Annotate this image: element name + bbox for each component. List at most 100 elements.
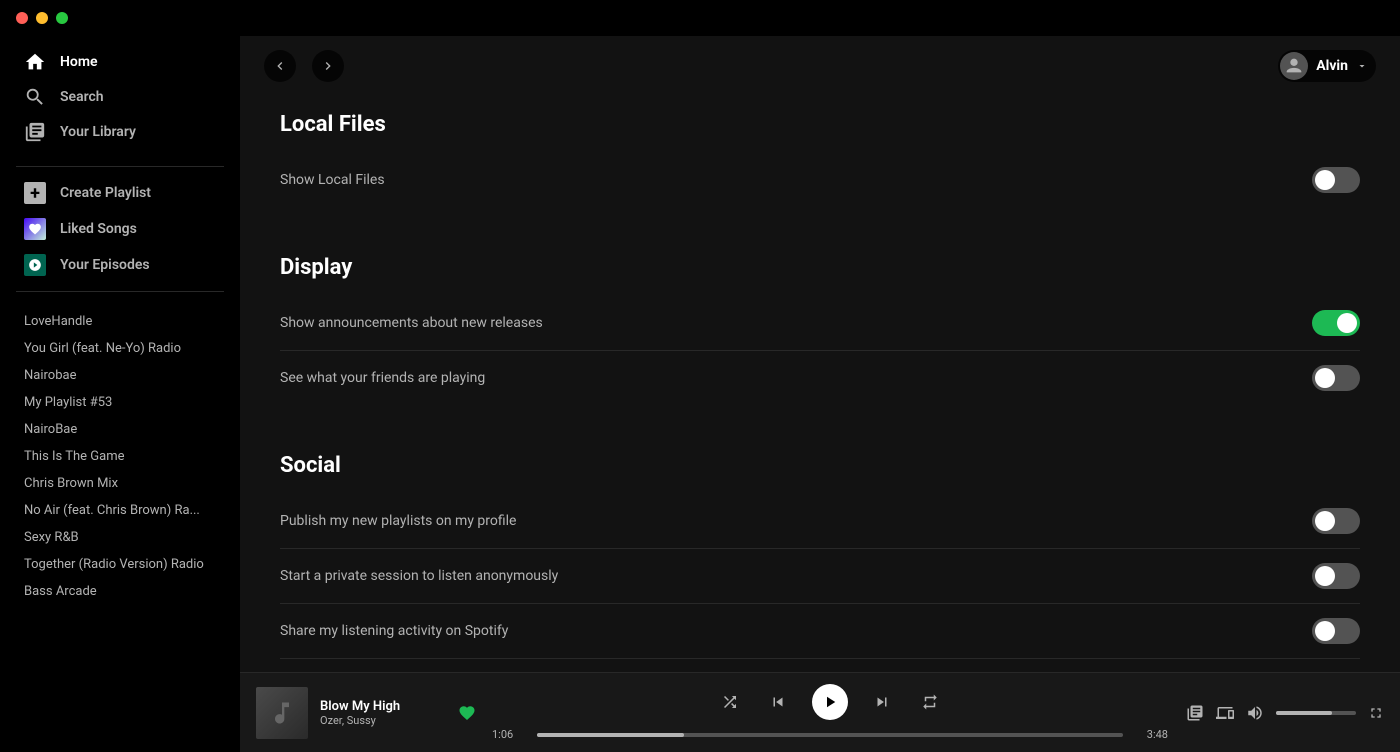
- section-title-social: Social: [280, 437, 1360, 478]
- next-button[interactable]: [868, 688, 896, 716]
- player-bar: Blow My High Ozer, Sussy: [240, 672, 1400, 752]
- user-name: Alvin: [1316, 58, 1348, 74]
- home-icon: [24, 51, 46, 73]
- settings-row: Share my listening activity on Spotify: [280, 604, 1360, 659]
- control-buttons: [716, 684, 944, 720]
- sidebar-liked-songs[interactable]: Liked Songs: [8, 212, 232, 246]
- main-content: Alvin Local Files Show Local Files Displ…: [240, 36, 1400, 752]
- nav-forward-button[interactable]: [312, 50, 344, 82]
- settings-row: Publish my new playlists on my profile: [280, 494, 1360, 549]
- sidebar-create-playlist[interactable]: + Create Playlist: [8, 176, 232, 210]
- episodes-icon: [24, 254, 46, 276]
- create-playlist-label: Create Playlist: [60, 185, 151, 201]
- queue-button[interactable]: [1186, 704, 1204, 722]
- repeat-button[interactable]: [916, 688, 944, 716]
- list-item[interactable]: This Is The Game: [0, 443, 240, 470]
- maximize-button[interactable]: [56, 12, 68, 24]
- list-item[interactable]: Bass Arcade: [0, 578, 240, 605]
- sidebar-item-home[interactable]: Home: [8, 45, 232, 79]
- list-item[interactable]: No Air (feat. Chris Brown) Ra...: [0, 497, 240, 524]
- list-item[interactable]: You Girl (feat. Ne-Yo) Radio: [0, 335, 240, 362]
- previous-button[interactable]: [764, 688, 792, 716]
- toggle-show-announcements[interactable]: [1312, 310, 1360, 336]
- settings-row: Show Local Files: [280, 153, 1360, 207]
- list-item[interactable]: LoveHandle: [0, 308, 240, 335]
- list-item[interactable]: Sexy R&B: [0, 524, 240, 551]
- play-pause-button[interactable]: [812, 684, 848, 720]
- sidebar-item-search[interactable]: Search: [8, 80, 232, 114]
- plus-icon: +: [24, 182, 46, 204]
- titlebar: [0, 0, 1400, 36]
- shuffle-button[interactable]: [716, 688, 744, 716]
- nav-back-button[interactable]: [264, 50, 296, 82]
- toggle-share-activity[interactable]: [1312, 618, 1360, 644]
- setting-label: Show Local Files: [280, 172, 385, 188]
- toggle-see-friends-playing[interactable]: [1312, 365, 1360, 391]
- toggle-knob: [1315, 621, 1335, 641]
- track-artist: Ozer, Sussy: [320, 714, 446, 727]
- time-total: 3:48: [1133, 728, 1168, 741]
- track-info: Blow My High Ozer, Sussy: [320, 699, 446, 727]
- toggle-private-session[interactable]: [1312, 563, 1360, 589]
- section-title-display: Display: [280, 239, 1360, 280]
- track-thumbnail: [256, 687, 308, 739]
- settings-content: Local Files Show Local Files Display Sho…: [240, 96, 1400, 672]
- settings-section-social: Social Publish my new playlists on my pr…: [280, 437, 1360, 672]
- setting-label: Share my listening activity on Spotify: [280, 623, 508, 639]
- devices-button[interactable]: [1216, 704, 1234, 722]
- setting-label: See what your friends are playing: [280, 370, 485, 386]
- avatar: [1280, 52, 1308, 80]
- chevron-down-icon: [1356, 60, 1368, 72]
- player-controls: 1:06 3:48: [492, 684, 1168, 741]
- setting-label: Publish my new playlists on my profile: [280, 513, 516, 529]
- toggle-knob: [1337, 313, 1357, 333]
- volume-track[interactable]: [1276, 711, 1356, 715]
- sidebar-divider-2: [16, 291, 224, 292]
- sidebar-nav: Home Search Your Library: [0, 36, 240, 158]
- settings-section-display: Display Show announcements about new rel…: [280, 239, 1360, 405]
- progress-bar: 1:06 3:48: [492, 728, 1168, 741]
- track-thumb-art: [256, 687, 308, 739]
- list-item[interactable]: Together (Radio Version) Radio: [0, 551, 240, 578]
- player-extras: [1184, 704, 1384, 722]
- topbar: Alvin: [240, 36, 1400, 96]
- player-track: Blow My High Ozer, Sussy: [256, 687, 476, 739]
- traffic-lights: [16, 12, 68, 24]
- progress-track[interactable]: [537, 733, 1123, 737]
- setting-label: Show announcements about new releases: [280, 315, 543, 331]
- sidebar-item-library[interactable]: Your Library: [8, 115, 232, 149]
- sidebar-your-episodes[interactable]: Your Episodes: [8, 248, 232, 282]
- user-profile[interactable]: Alvin: [1278, 50, 1376, 82]
- toggle-show-local-files[interactable]: [1312, 167, 1360, 193]
- sidebar-home-label: Home: [60, 54, 98, 70]
- sidebar: Home Search Your Library + Create Playli…: [0, 36, 240, 752]
- fullscreen-button[interactable]: [1368, 705, 1384, 721]
- close-button[interactable]: [16, 12, 28, 24]
- settings-row: Show announcements about new releases: [280, 296, 1360, 351]
- toggle-knob: [1315, 566, 1335, 586]
- toggle-publish-playlists[interactable]: [1312, 508, 1360, 534]
- section-title-local-files: Local Files: [280, 96, 1360, 137]
- library-icon: [24, 121, 46, 143]
- time-current: 1:06: [492, 728, 527, 741]
- settings-row: Start a private session to listen anonym…: [280, 549, 1360, 604]
- playlist-list: LoveHandle You Girl (feat. Ne-Yo) Radio …: [0, 300, 240, 752]
- track-name: Blow My High: [320, 699, 446, 714]
- settings-section-local-files: Local Files Show Local Files: [280, 96, 1360, 207]
- like-button[interactable]: [458, 704, 476, 722]
- settings-row: See what your friends are playing: [280, 351, 1360, 405]
- settings-row: Show my recently played artists on my pu…: [280, 659, 1360, 672]
- list-item[interactable]: Chris Brown Mix: [0, 470, 240, 497]
- list-item[interactable]: Nairobae: [0, 362, 240, 389]
- search-icon: [24, 86, 46, 108]
- toggle-knob: [1315, 511, 1335, 531]
- liked-songs-label: Liked Songs: [60, 221, 137, 237]
- sidebar-divider: [16, 166, 224, 167]
- app-body: Home Search Your Library + Create Playli…: [0, 36, 1400, 752]
- sidebar-search-label: Search: [60, 89, 104, 105]
- minimize-button[interactable]: [36, 12, 48, 24]
- list-item[interactable]: NairoBae: [0, 416, 240, 443]
- heart-icon: [24, 218, 46, 240]
- list-item[interactable]: My Playlist #53: [0, 389, 240, 416]
- volume-button[interactable]: [1246, 704, 1264, 722]
